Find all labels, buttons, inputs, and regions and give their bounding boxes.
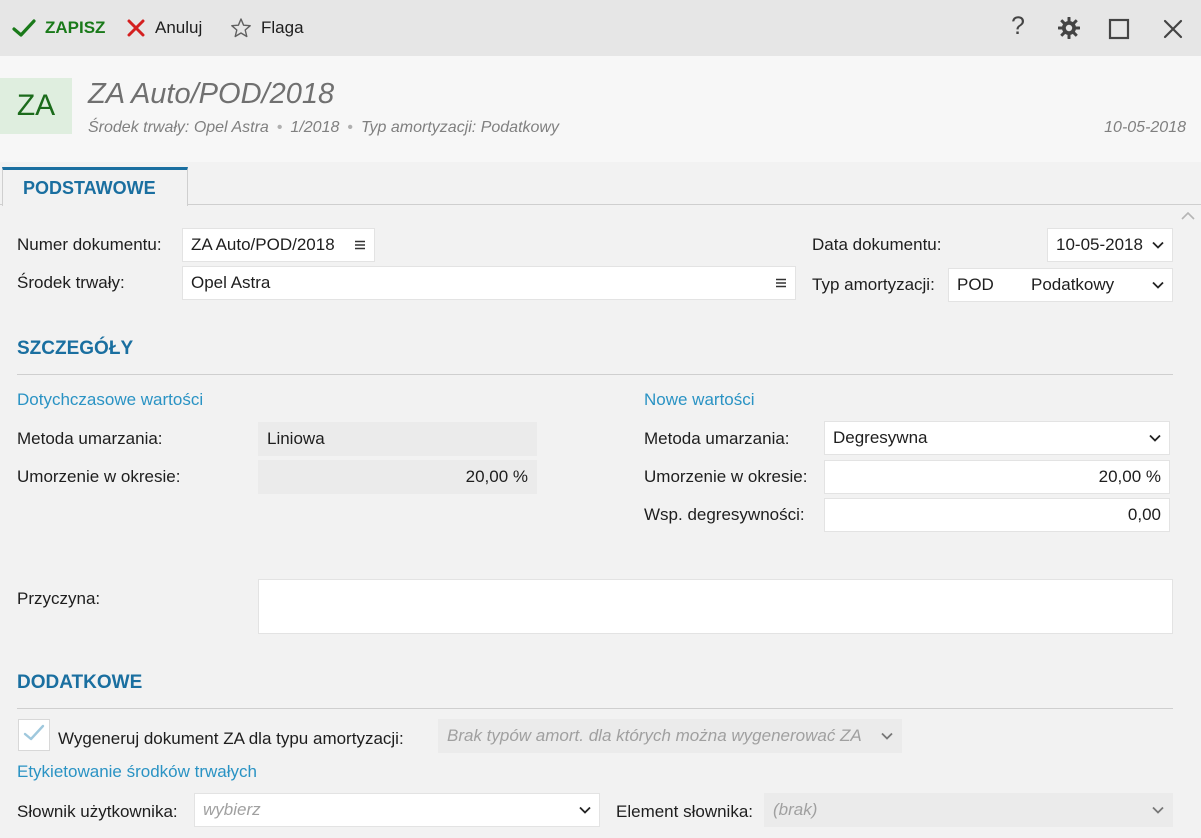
generate-checkbox[interactable] xyxy=(18,719,50,751)
element-label: Element słownika: xyxy=(616,802,754,821)
generate-label: Wygeneruj dokument ZA dla typu amortyzac… xyxy=(58,729,404,748)
separator-dot-icon: • xyxy=(276,119,283,136)
scroll-up-icon[interactable] xyxy=(1181,208,1195,224)
cancel-button[interactable]: Anuluj xyxy=(126,16,202,40)
reason-textarea[interactable] xyxy=(258,579,1173,634)
document-header: ZA ZA Auto/POD/2018 Środek trwały: Opel … xyxy=(0,56,1201,162)
new-method-value: Degresywna xyxy=(833,428,928,447)
chevron-down-icon xyxy=(1152,806,1164,814)
chevron-down-icon xyxy=(881,732,893,740)
coef-input[interactable]: 0,00 xyxy=(824,498,1170,532)
amort-type-name: Podatkowy xyxy=(1031,275,1115,294)
help-button[interactable]: ? xyxy=(1011,11,1025,40)
new-rate-value: 20,00 % xyxy=(1098,467,1161,486)
star-icon xyxy=(230,17,252,39)
reason-label: Przyczyna: xyxy=(17,589,101,608)
save-label: ZAPISZ xyxy=(45,18,106,37)
meta-asset: Środek trwały: Opel Astra xyxy=(88,119,269,136)
document-date: 10-05-2018 xyxy=(1104,119,1186,136)
flag-label: Flaga xyxy=(261,18,304,37)
tab-podstawowe[interactable]: PODSTAWOWE xyxy=(2,167,188,206)
asset-label: Środek trwały: xyxy=(17,273,125,292)
details-section-title: SZCZEGÓŁY xyxy=(17,338,134,359)
divider xyxy=(17,708,1173,709)
old-rate-label: Umorzenie w okresie: xyxy=(17,467,181,486)
coef-value: 0,00 xyxy=(1127,505,1161,524)
additional-section-title: DODATKOWE xyxy=(17,672,143,693)
meta-amortization-type: Typ amortyzacji: Podatkowy xyxy=(360,119,559,136)
document-type-badge: ZA xyxy=(0,78,72,134)
old-method-field: Liniowa xyxy=(258,422,537,456)
new-rate-label: Umorzenie w okresie: xyxy=(644,467,808,486)
toolbar: ZAPISZ Anuluj Flaga ? xyxy=(0,0,1201,56)
doc-date-label: Data dokumentu: xyxy=(812,235,942,254)
chevron-down-icon xyxy=(1152,281,1164,289)
element-select: (brak) xyxy=(764,793,1173,827)
asset-field[interactable]: Opel Astra xyxy=(182,266,796,300)
question-mark-icon: ? xyxy=(1011,11,1025,40)
chevron-down-icon xyxy=(579,806,591,814)
chevron-down-icon xyxy=(1152,241,1164,249)
close-icon xyxy=(1162,18,1184,40)
dict-label: Słownik użytkownika: xyxy=(17,802,178,821)
checkmark-icon xyxy=(12,18,36,38)
chevron-down-icon xyxy=(1149,434,1161,442)
old-values-heading: Dotychczasowe wartości xyxy=(17,390,204,409)
maximize-button[interactable] xyxy=(1108,17,1130,41)
asset-value: Opel Astra xyxy=(191,273,271,292)
coef-label: Wsp. degresywności: xyxy=(644,505,805,524)
doc-date-picker[interactable]: 10-05-2018 xyxy=(1047,228,1173,262)
close-window-button[interactable] xyxy=(1162,17,1184,41)
dict-select[interactable]: wybierz xyxy=(194,793,600,827)
old-rate-value: 20,00 % xyxy=(465,467,528,486)
meta-number: 1/2018 xyxy=(290,119,340,136)
amort-type-label: Typ amortyzacji: xyxy=(812,275,935,294)
doc-number-value: ZA Auto/POD/2018 xyxy=(191,235,335,254)
divider xyxy=(17,374,1173,375)
new-method-select[interactable]: Degresywna xyxy=(824,421,1170,455)
settings-button[interactable] xyxy=(1057,16,1081,40)
checkmark-icon xyxy=(23,724,45,747)
new-method-label: Metoda umarzania: xyxy=(644,429,790,448)
gear-icon xyxy=(1057,16,1081,40)
doc-number-label: Numer dokumentu: xyxy=(17,235,162,254)
close-x-icon xyxy=(126,18,146,38)
list-menu-icon[interactable] xyxy=(354,240,366,250)
doc-number-field[interactable]: ZA Auto/POD/2018 xyxy=(182,228,375,262)
old-method-label: Metoda umarzania: xyxy=(17,429,163,448)
dict-placeholder: wybierz xyxy=(203,800,261,819)
new-rate-input[interactable]: 20,00 % xyxy=(824,460,1170,494)
doc-date-value: 10-05-2018 xyxy=(1056,235,1143,254)
maximize-icon xyxy=(1108,18,1130,40)
save-button[interactable]: ZAPISZ xyxy=(12,16,105,40)
amort-type-code: POD xyxy=(957,275,994,294)
separator-dot-icon: • xyxy=(347,119,353,136)
document-meta: Środek trwały: Opel Astra • 1/2018 • Typ amo… xyxy=(88,119,559,137)
cancel-label: Anuluj xyxy=(155,18,203,37)
generate-type-placeholder: Brak typów amort. dla których można wyge… xyxy=(447,726,862,745)
old-method-value: Liniowa xyxy=(267,429,325,448)
tab-bar: PODSTAWOWE xyxy=(0,162,1201,206)
element-placeholder: (brak) xyxy=(773,800,818,819)
amort-type-select[interactable]: POD Podatkowy xyxy=(948,268,1173,302)
new-values-heading: Nowe wartości xyxy=(644,390,755,409)
list-menu-icon[interactable] xyxy=(775,278,787,288)
old-rate-field: 20,00 % xyxy=(258,460,537,494)
labeling-heading: Etykietowanie środków trwałych xyxy=(17,762,257,781)
generate-type-select: Brak typów amort. dla których można wyge… xyxy=(438,719,902,753)
flag-button[interactable]: Flaga xyxy=(230,16,304,40)
document-title: ZA Auto/POD/2018 xyxy=(88,78,335,110)
